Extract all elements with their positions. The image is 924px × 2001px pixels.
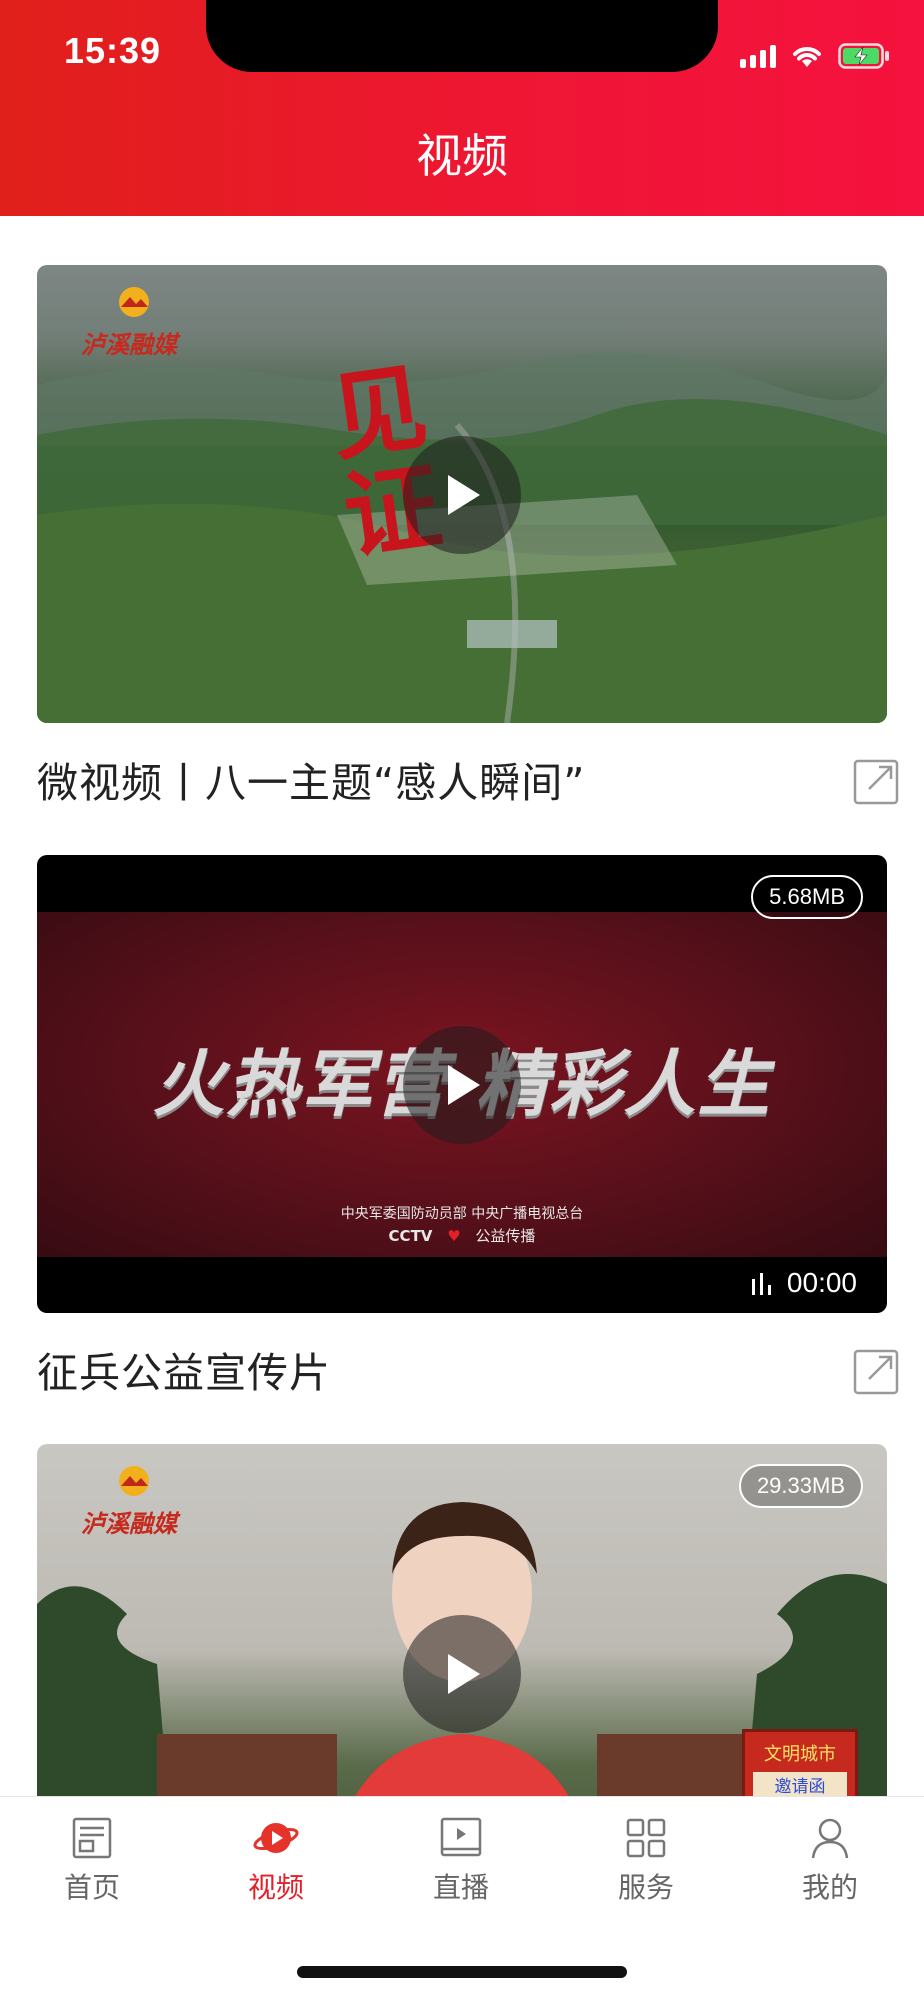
wifi-icon (793, 47, 821, 67)
planet-video-icon (253, 1823, 299, 1853)
video-thumbnail[interactable]: 泸溪融媒 见证 (37, 265, 887, 723)
home-indicator[interactable] (297, 1966, 627, 1978)
sign-text: 文明城市 (764, 1744, 836, 1765)
logo-text: 泸溪融媒 (81, 1509, 177, 1538)
battery-charging-icon (838, 43, 889, 69)
page-title: 视频 (416, 129, 508, 183)
user-icon (811, 1818, 849, 1859)
channel-logo: 泸溪融媒 (81, 285, 191, 359)
video-thumbnail[interactable]: 火热军营 精彩人生 中央军委国防动员部 中央广播电视总台 CCTV ♥ 公益传播… (37, 855, 887, 1313)
credits-line: 中央军委国防动员部 中央广播电视总台 (340, 1206, 584, 1222)
video-title[interactable]: 征兵公益宣传片 (37, 1345, 331, 1401)
tab-label: 首页 (63, 1871, 120, 1904)
play-icon (448, 475, 480, 515)
app-header: 15:39 视频 (0, 0, 924, 216)
video-duration: 00:00 (786, 1267, 857, 1298)
tab-label: 我的 (801, 1871, 858, 1904)
credits-public: 公益传播 (475, 1227, 536, 1245)
credits-cctv-row: CCTV ♥ 公益传播 (37, 1225, 887, 1246)
share-icon[interactable] (853, 1349, 899, 1395)
cctv-label: CCTV (388, 1227, 433, 1245)
file-size-badge: 29.33MB (738, 1464, 863, 1508)
tab-label: 视频 (247, 1871, 304, 1904)
tab-label: 直播 (432, 1871, 489, 1904)
news-icon (72, 1817, 112, 1859)
tab-services[interactable]: 服务 (586, 1815, 706, 1905)
status-time: 15:39 (64, 30, 162, 71)
tab-live[interactable]: 直播 (401, 1815, 521, 1905)
sign-subtext: 邀请函 (753, 1772, 847, 1796)
play-button[interactable] (403, 1615, 521, 1733)
video-thumbnail[interactable]: 泸溪融媒 文明城市 邀请函 29.33MB (37, 1444, 887, 1796)
channel-logo: 泸溪融媒 (81, 1464, 191, 1538)
file-size-badge: 5.68MB (751, 875, 863, 919)
live-play-icon (440, 1817, 482, 1857)
tab-label: 服务 (617, 1871, 674, 1904)
play-button[interactable] (403, 1026, 521, 1144)
video-feed[interactable]: 泸溪融媒 见证 微视频丨八一主题“感人瞬间” 火热军营 精彩人生 中央军委国防动… (0, 216, 924, 1796)
grid-icon (626, 1818, 666, 1858)
tab-home[interactable]: 首页 (32, 1815, 152, 1905)
tab-profile[interactable]: 我的 (770, 1815, 890, 1905)
duration-row: 00:00 (751, 1267, 857, 1299)
share-icon[interactable] (853, 759, 899, 805)
status-icons (740, 38, 890, 74)
audio-bars-icon (751, 1273, 771, 1295)
video-title[interactable]: 微视频丨八一主题“感人瞬间” (37, 755, 585, 811)
play-icon (448, 1654, 480, 1694)
logo-text: 泸溪融媒 (81, 330, 177, 359)
tab-video[interactable]: 视频 (216, 1815, 336, 1905)
invitation-sign: 文明城市 邀请函 (742, 1729, 858, 1796)
play-icon (448, 1065, 480, 1105)
logo-mark-icon (119, 1466, 149, 1496)
device-notch (206, 0, 718, 72)
heart-icon: ♥ (447, 1227, 461, 1245)
play-button[interactable] (403, 436, 521, 554)
signal-icon (740, 44, 776, 68)
logo-mark-icon (119, 287, 149, 317)
